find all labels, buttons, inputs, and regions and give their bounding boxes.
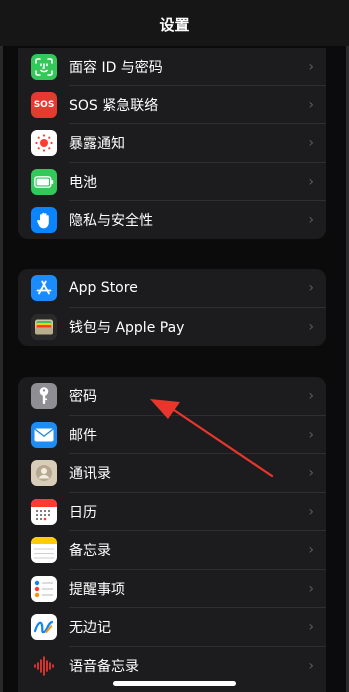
faceid-icon bbox=[31, 54, 57, 81]
settings-row-notes[interactable]: 备忘录 › bbox=[18, 531, 326, 570]
chevron-right-icon: › bbox=[308, 657, 314, 674]
settings-row-voicememos[interactable]: 语音备忘录 › bbox=[18, 647, 326, 686]
notes-icon bbox=[31, 537, 57, 564]
settings-row-label: 备忘录 bbox=[69, 543, 111, 560]
settings-row-faceid[interactable]: 面容 ID 与密码 › bbox=[18, 48, 326, 87]
settings-row-appstore[interactable]: App Store › bbox=[18, 269, 326, 308]
settings-row-sos[interactable]: SOS SOS 紧急联络 › bbox=[18, 86, 326, 125]
settings-row-label: 暴露通知 bbox=[69, 136, 125, 153]
settings-row-passwords[interactable]: 密码 › bbox=[18, 377, 326, 416]
chevron-right-icon: › bbox=[308, 503, 314, 520]
battery-icon bbox=[31, 168, 57, 195]
chevron-right-icon: › bbox=[308, 173, 314, 190]
chevron-right-icon: › bbox=[308, 211, 314, 228]
exposure-icon bbox=[31, 130, 57, 157]
chevron-right-icon: › bbox=[308, 59, 314, 76]
settings-row-label: 电池 bbox=[69, 174, 97, 191]
settings-row-label: 密码 bbox=[69, 389, 97, 406]
chevron-right-icon: › bbox=[308, 280, 314, 297]
settings-row-label: SOS 紧急联络 bbox=[69, 98, 159, 115]
appstore-icon bbox=[31, 275, 57, 302]
settings-group-apps: 密码 › 邮件 › 通讯录 › 日历 › 备忘录 › 提醒事项 › 无边记 › … bbox=[18, 377, 326, 692]
wallet-icon bbox=[31, 313, 57, 340]
settings-row-label: 面容 ID 与密码 bbox=[69, 60, 163, 77]
key-icon bbox=[31, 383, 57, 410]
chevron-right-icon: › bbox=[308, 426, 314, 443]
nav-bar: 设置 bbox=[0, 0, 349, 46]
settings-row-label: 通讯录 bbox=[69, 466, 111, 483]
chevron-right-icon: › bbox=[308, 619, 314, 636]
settings-row-label: 提醒事项 bbox=[69, 581, 125, 598]
contacts-icon bbox=[31, 460, 57, 487]
calendar-icon bbox=[31, 498, 57, 525]
chevron-right-icon: › bbox=[308, 542, 314, 559]
settings-row-label: App Store bbox=[69, 280, 138, 297]
settings-group-security: 面容 ID 与密码 › SOS SOS 紧急联络 › 暴露通知 › 电池 › 隐… bbox=[18, 48, 326, 239]
mail-icon bbox=[31, 421, 57, 448]
sos-icon-text: SOS bbox=[33, 100, 55, 111]
settings-group-store: App Store › 钱包与 Apple Pay › bbox=[18, 269, 326, 346]
settings-row-label: 隐私与安全性 bbox=[69, 212, 153, 229]
settings-row-mail[interactable]: 邮件 › bbox=[18, 416, 326, 454]
settings-row-exposure[interactable]: 暴露通知 › bbox=[18, 124, 326, 163]
settings-row-label: 日历 bbox=[69, 504, 97, 521]
settings-row-reminders[interactable]: 提醒事项 › bbox=[18, 570, 326, 608]
sos-icon: SOS bbox=[31, 92, 57, 119]
home-indicator[interactable] bbox=[113, 681, 236, 686]
settings-row-battery[interactable]: 电池 › bbox=[18, 163, 326, 201]
settings-row-label: 邮件 bbox=[69, 427, 97, 444]
settings-row-label: 钱包与 Apple Pay bbox=[69, 319, 185, 336]
chevron-right-icon: › bbox=[308, 135, 314, 152]
voicememos-icon bbox=[31, 652, 57, 679]
settings-row-freeform[interactable]: 无边记 › bbox=[18, 608, 326, 647]
settings-row-calendar[interactable]: 日历 › bbox=[18, 493, 326, 531]
chevron-right-icon: › bbox=[308, 388, 314, 405]
chevron-right-icon: › bbox=[308, 97, 314, 114]
settings-row-label: 无边记 bbox=[69, 620, 111, 637]
hand-icon bbox=[31, 206, 57, 233]
settings-row-wallet[interactable]: 钱包与 Apple Pay › bbox=[18, 308, 326, 347]
freeform-icon bbox=[31, 614, 57, 641]
chevron-right-icon: › bbox=[308, 465, 314, 482]
settings-row-label: 语音备忘录 bbox=[69, 658, 139, 675]
chevron-right-icon: › bbox=[308, 580, 314, 597]
settings-row-contacts[interactable]: 通讯录 › bbox=[18, 454, 326, 493]
page-title: 设置 bbox=[159, 16, 190, 34]
settings-row-privacy[interactable]: 隐私与安全性 › bbox=[18, 201, 326, 239]
reminders-icon bbox=[31, 575, 57, 602]
chevron-right-icon: › bbox=[308, 318, 314, 335]
